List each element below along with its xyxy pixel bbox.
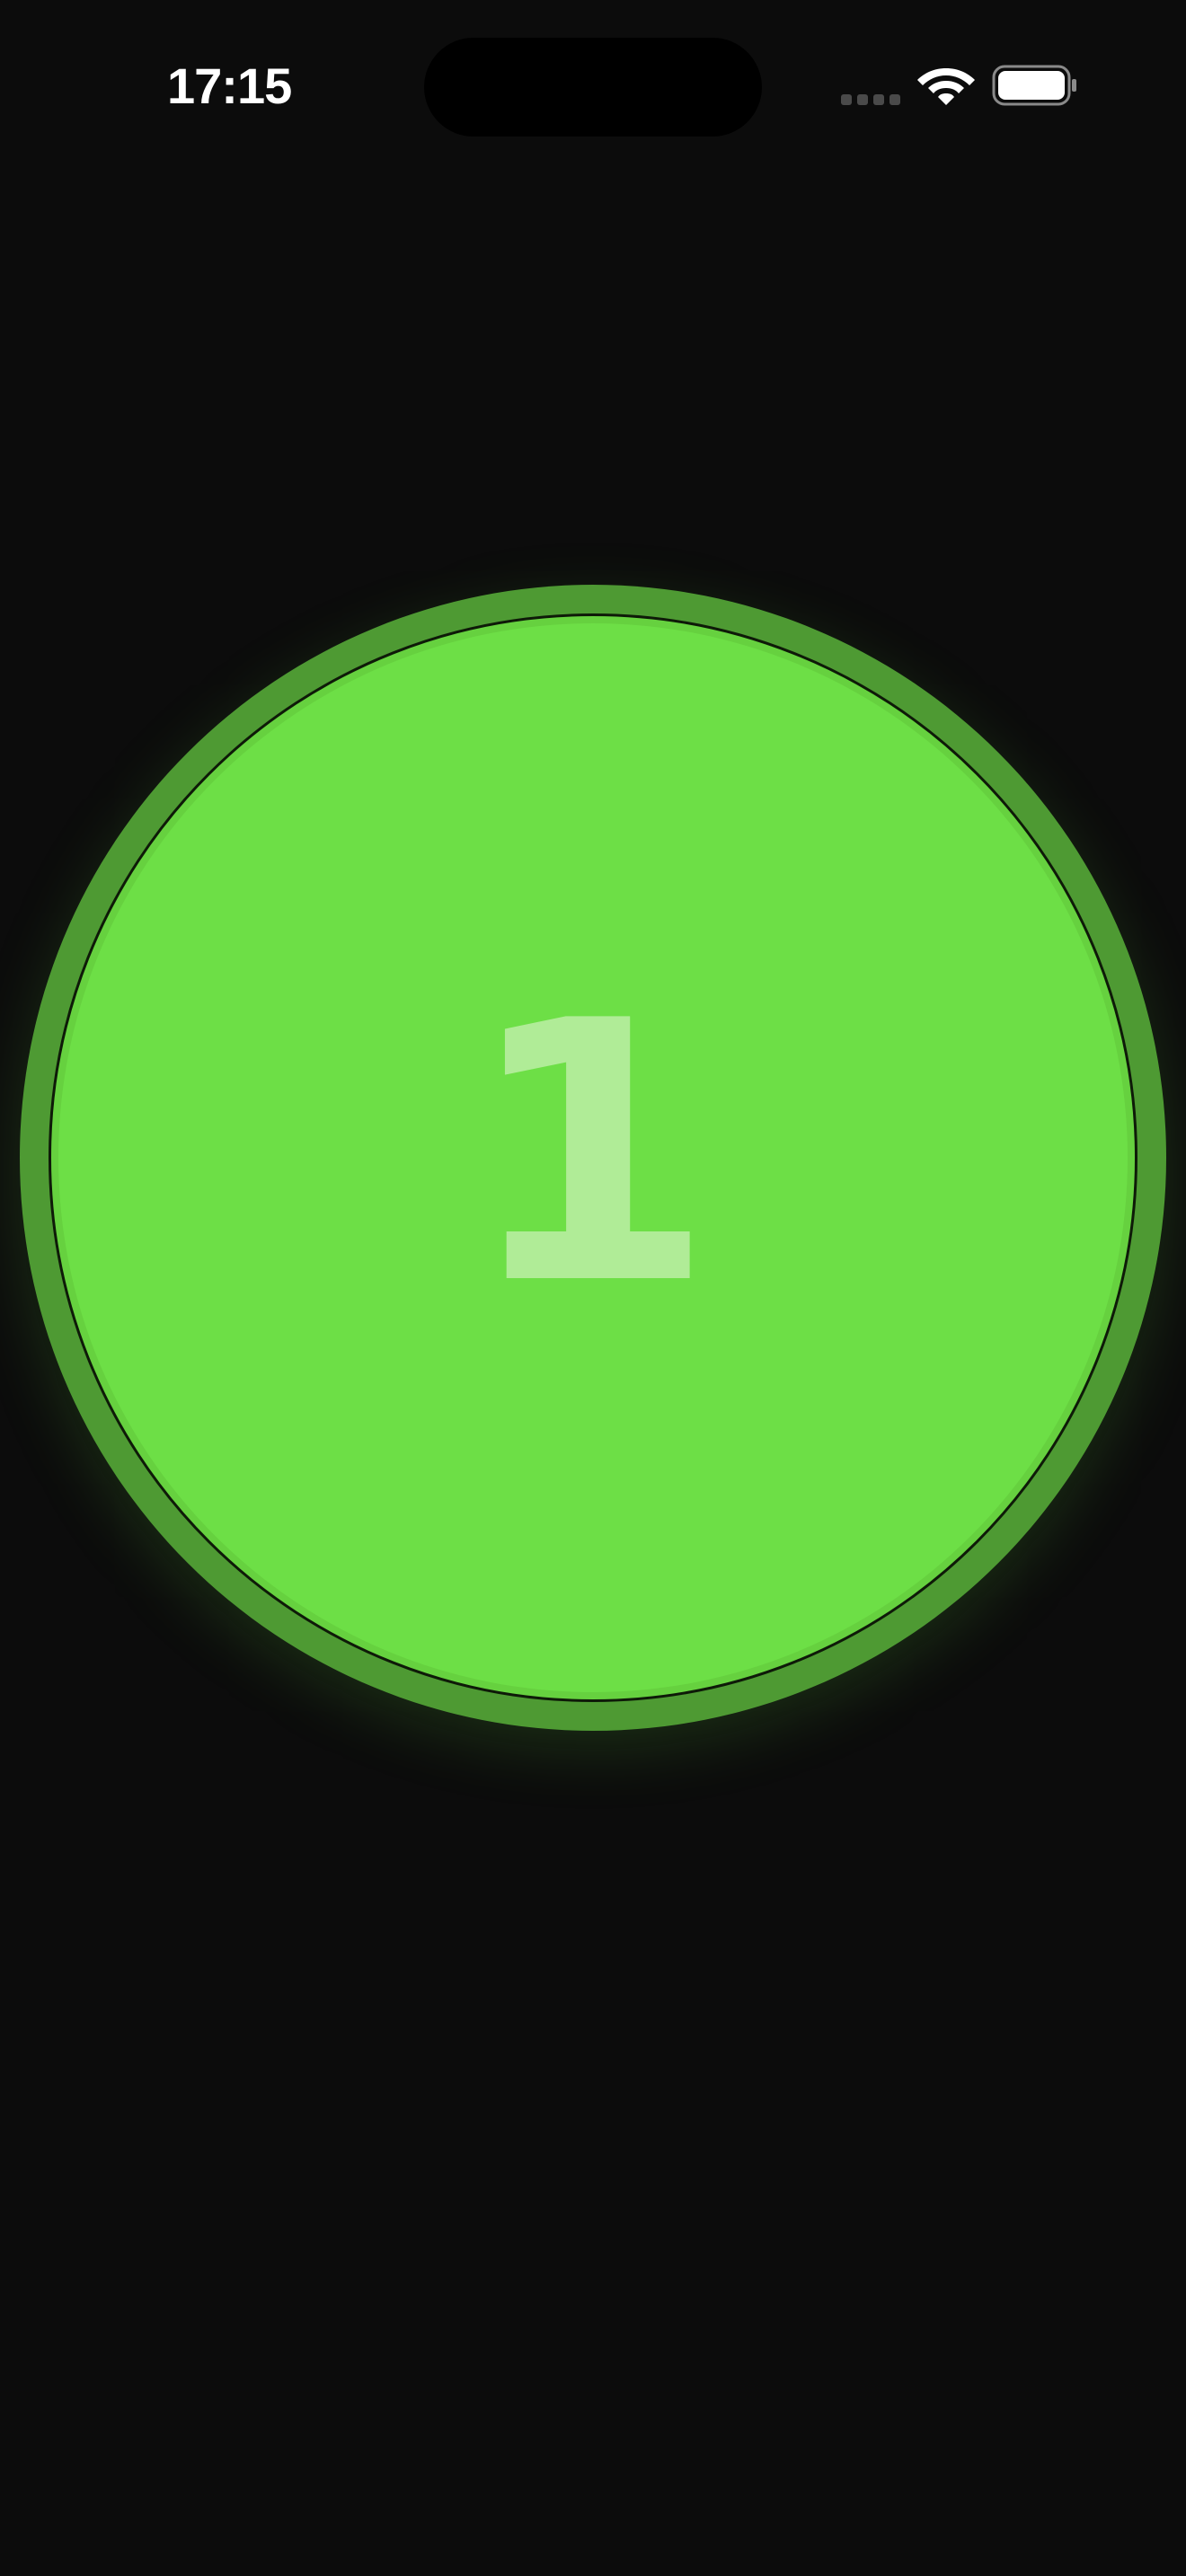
counter-container: 1 <box>20 585 1166 1731</box>
cellular-signal-icon <box>841 94 902 107</box>
status-bar: 17:15 <box>0 0 1186 171</box>
dynamic-island <box>424 38 762 137</box>
status-time: 17:15 <box>167 57 292 114</box>
battery-icon <box>992 65 1076 106</box>
wifi-icon <box>917 68 975 105</box>
counter-button[interactable]: 1 <box>49 613 1137 1702</box>
counter-value: 1 <box>464 946 715 1363</box>
